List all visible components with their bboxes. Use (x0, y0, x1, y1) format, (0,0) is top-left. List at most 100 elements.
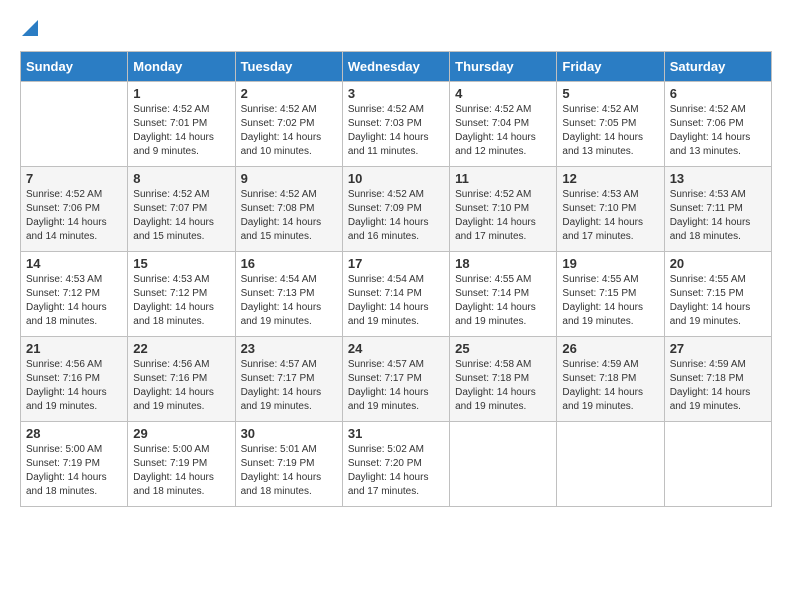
day-number: 26 (562, 341, 658, 356)
day-info: Sunrise: 4:56 AMSunset: 7:16 PMDaylight:… (133, 358, 229, 414)
day-number: 11 (455, 171, 551, 186)
column-header-monday: Monday (128, 52, 235, 82)
column-header-sunday: Sunday (21, 52, 128, 82)
day-number: 28 (26, 426, 122, 441)
calendar-week-row: 21 Sunrise: 4:56 AMSunset: 7:16 PMDayligh… (21, 337, 772, 422)
calendar-day-cell (21, 82, 128, 167)
day-info: Sunrise: 4:57 AMSunset: 7:17 PMDaylight:… (241, 358, 337, 414)
day-number: 9 (241, 171, 337, 186)
day-number: 17 (348, 256, 444, 271)
day-number: 18 (455, 256, 551, 271)
column-header-wednesday: Wednesday (342, 52, 449, 82)
day-info: Sunrise: 4:52 AMSunset: 7:09 PMDaylight:… (348, 188, 444, 244)
calendar-week-row: 7 Sunrise: 4:52 AMSunset: 7:06 PMDaylight… (21, 167, 772, 252)
day-number: 21 (26, 341, 122, 356)
calendar-week-row: 14 Sunrise: 4:53 AMSunset: 7:12 PMDayligh… (21, 252, 772, 337)
day-number: 7 (26, 171, 122, 186)
day-info: Sunrise: 4:55 AMSunset: 7:15 PMDaylight:… (562, 273, 658, 329)
day-info: Sunrise: 4:52 AMSunset: 7:04 PMDaylight:… (455, 103, 551, 159)
calendar-week-row: 28 Sunrise: 5:00 AMSunset: 7:19 PMDayligh… (21, 422, 772, 507)
day-number: 13 (670, 171, 766, 186)
day-number: 16 (241, 256, 337, 271)
day-info: Sunrise: 4:52 AMSunset: 7:06 PMDaylight:… (670, 103, 766, 159)
day-info: Sunrise: 4:58 AMSunset: 7:18 PMDaylight:… (455, 358, 551, 414)
calendar-header-row: SundayMondayTuesdayWednesdayThursdayFrid… (21, 52, 772, 82)
calendar-day-cell: 20 Sunrise: 4:55 AMSunset: 7:15 PMDayligh… (664, 252, 771, 337)
calendar-table: SundayMondayTuesdayWednesdayThursdayFrid… (20, 51, 772, 507)
day-number: 25 (455, 341, 551, 356)
calendar-day-cell: 22 Sunrise: 4:56 AMSunset: 7:16 PMDayligh… (128, 337, 235, 422)
calendar-day-cell: 18 Sunrise: 4:55 AMSunset: 7:14 PMDayligh… (450, 252, 557, 337)
day-info: Sunrise: 4:53 AMSunset: 7:11 PMDaylight:… (670, 188, 766, 244)
day-info: Sunrise: 4:55 AMSunset: 7:15 PMDaylight:… (670, 273, 766, 329)
day-info: Sunrise: 5:00 AMSunset: 7:19 PMDaylight:… (133, 443, 229, 499)
day-info: Sunrise: 4:53 AMSunset: 7:10 PMDaylight:… (562, 188, 658, 244)
page-header (20, 20, 772, 41)
day-number: 4 (455, 86, 551, 101)
day-number: 12 (562, 171, 658, 186)
day-info: Sunrise: 4:55 AMSunset: 7:14 PMDaylight:… (455, 273, 551, 329)
column-header-saturday: Saturday (664, 52, 771, 82)
day-number: 30 (241, 426, 337, 441)
day-info: Sunrise: 4:52 AMSunset: 7:06 PMDaylight:… (26, 188, 122, 244)
day-info: Sunrise: 4:53 AMSunset: 7:12 PMDaylight:… (133, 273, 229, 329)
day-number: 27 (670, 341, 766, 356)
calendar-day-cell: 16Sunrise: 4:54 AMSunset: 7:13 PMDayligh… (235, 252, 342, 337)
calendar-day-cell: 12 Sunrise: 4:53 AMSunset: 7:10 PMDayligh… (557, 167, 664, 252)
calendar-day-cell: 5 Sunrise: 4:52 AMSunset: 7:05 PMDaylight… (557, 82, 664, 167)
day-number: 23 (241, 341, 337, 356)
calendar-day-cell (450, 422, 557, 507)
day-number: 31 (348, 426, 444, 441)
day-info: Sunrise: 5:01 AMSunset: 7:19 PMDaylight:… (241, 443, 337, 499)
day-info: Sunrise: 4:59 AMSunset: 7:18 PMDaylight:… (562, 358, 658, 414)
day-number: 5 (562, 86, 658, 101)
day-info: Sunrise: 4:57 AMSunset: 7:17 PMDaylight:… (348, 358, 444, 414)
calendar-day-cell: 8 Sunrise: 4:52 AMSunset: 7:07 PMDaylight… (128, 167, 235, 252)
calendar-day-cell: 27Sunrise: 4:59 AMSunset: 7:18 PMDayligh… (664, 337, 771, 422)
day-info: Sunrise: 4:54 AMSunset: 7:14 PMDaylight:… (348, 273, 444, 329)
day-info: Sunrise: 4:53 AMSunset: 7:12 PMDaylight:… (26, 273, 122, 329)
calendar-day-cell: 21Sunrise: 4:56 AMSunset: 7:16 PMDayligh… (21, 337, 128, 422)
day-info: Sunrise: 4:52 AMSunset: 7:10 PMDaylight:… (455, 188, 551, 244)
calendar-day-cell (664, 422, 771, 507)
day-number: 22 (133, 341, 229, 356)
calendar-day-cell: 13 Sunrise: 4:53 AMSunset: 7:11 PMDayligh… (664, 167, 771, 252)
column-header-friday: Friday (557, 52, 664, 82)
calendar-day-cell: 29Sunrise: 5:00 AMSunset: 7:19 PMDayligh… (128, 422, 235, 507)
calendar-day-cell: 26 Sunrise: 4:59 AMSunset: 7:18 PMDayligh… (557, 337, 664, 422)
calendar-day-cell: 24 Sunrise: 4:57 AMSunset: 7:17 PMDayligh… (342, 337, 449, 422)
day-info: Sunrise: 4:52 AMSunset: 7:07 PMDaylight:… (133, 188, 229, 244)
day-number: 24 (348, 341, 444, 356)
calendar-day-cell (557, 422, 664, 507)
calendar-day-cell: 25 Sunrise: 4:58 AMSunset: 7:18 PMDayligh… (450, 337, 557, 422)
day-number: 15 (133, 256, 229, 271)
column-header-tuesday: Tuesday (235, 52, 342, 82)
day-info: Sunrise: 4:52 AMSunset: 7:01 PMDaylight:… (133, 103, 229, 159)
calendar-day-cell: 9Sunrise: 4:52 AMSunset: 7:08 PMDaylight… (235, 167, 342, 252)
day-number: 2 (241, 86, 337, 101)
day-info: Sunrise: 4:52 AMSunset: 7:02 PMDaylight:… (241, 103, 337, 159)
calendar-day-cell: 28 Sunrise: 5:00 AMSunset: 7:19 PMDayligh… (21, 422, 128, 507)
logo-triangle-icon (22, 20, 38, 36)
calendar-week-row: 1Sunrise: 4:52 AMSunset: 7:01 PMDaylight… (21, 82, 772, 167)
day-number: 8 (133, 171, 229, 186)
calendar-day-cell: 11 Sunrise: 4:52 AMSunset: 7:10 PMDayligh… (450, 167, 557, 252)
day-number: 19 (562, 256, 658, 271)
calendar-day-cell: 30 Sunrise: 5:01 AMSunset: 7:19 PMDayligh… (235, 422, 342, 507)
calendar-day-cell: 23 Sunrise: 4:57 AMSunset: 7:17 PMDayligh… (235, 337, 342, 422)
calendar-day-cell: 7 Sunrise: 4:52 AMSunset: 7:06 PMDaylight… (21, 167, 128, 252)
day-number: 14 (26, 256, 122, 271)
logo (20, 20, 38, 41)
calendar-day-cell: 4 Sunrise: 4:52 AMSunset: 7:04 PMDaylight… (450, 82, 557, 167)
day-info: Sunrise: 4:52 AMSunset: 7:05 PMDaylight:… (562, 103, 658, 159)
day-info: Sunrise: 5:02 AMSunset: 7:20 PMDaylight:… (348, 443, 444, 499)
day-number: 20 (670, 256, 766, 271)
calendar-day-cell: 31 Sunrise: 5:02 AMSunset: 7:20 PMDayligh… (342, 422, 449, 507)
calendar-day-cell: 15 Sunrise: 4:53 AMSunset: 7:12 PMDayligh… (128, 252, 235, 337)
day-info: Sunrise: 5:00 AMSunset: 7:19 PMDaylight:… (26, 443, 122, 499)
calendar-day-cell: 17 Sunrise: 4:54 AMSunset: 7:14 PMDayligh… (342, 252, 449, 337)
calendar-day-cell: 6Sunrise: 4:52 AMSunset: 7:06 PMDaylight… (664, 82, 771, 167)
calendar-day-cell: 10Sunrise: 4:52 AMSunset: 7:09 PMDayligh… (342, 167, 449, 252)
calendar-day-cell: 19 Sunrise: 4:55 AMSunset: 7:15 PMDayligh… (557, 252, 664, 337)
calendar-day-cell: 3Sunrise: 4:52 AMSunset: 7:03 PMDaylight… (342, 82, 449, 167)
